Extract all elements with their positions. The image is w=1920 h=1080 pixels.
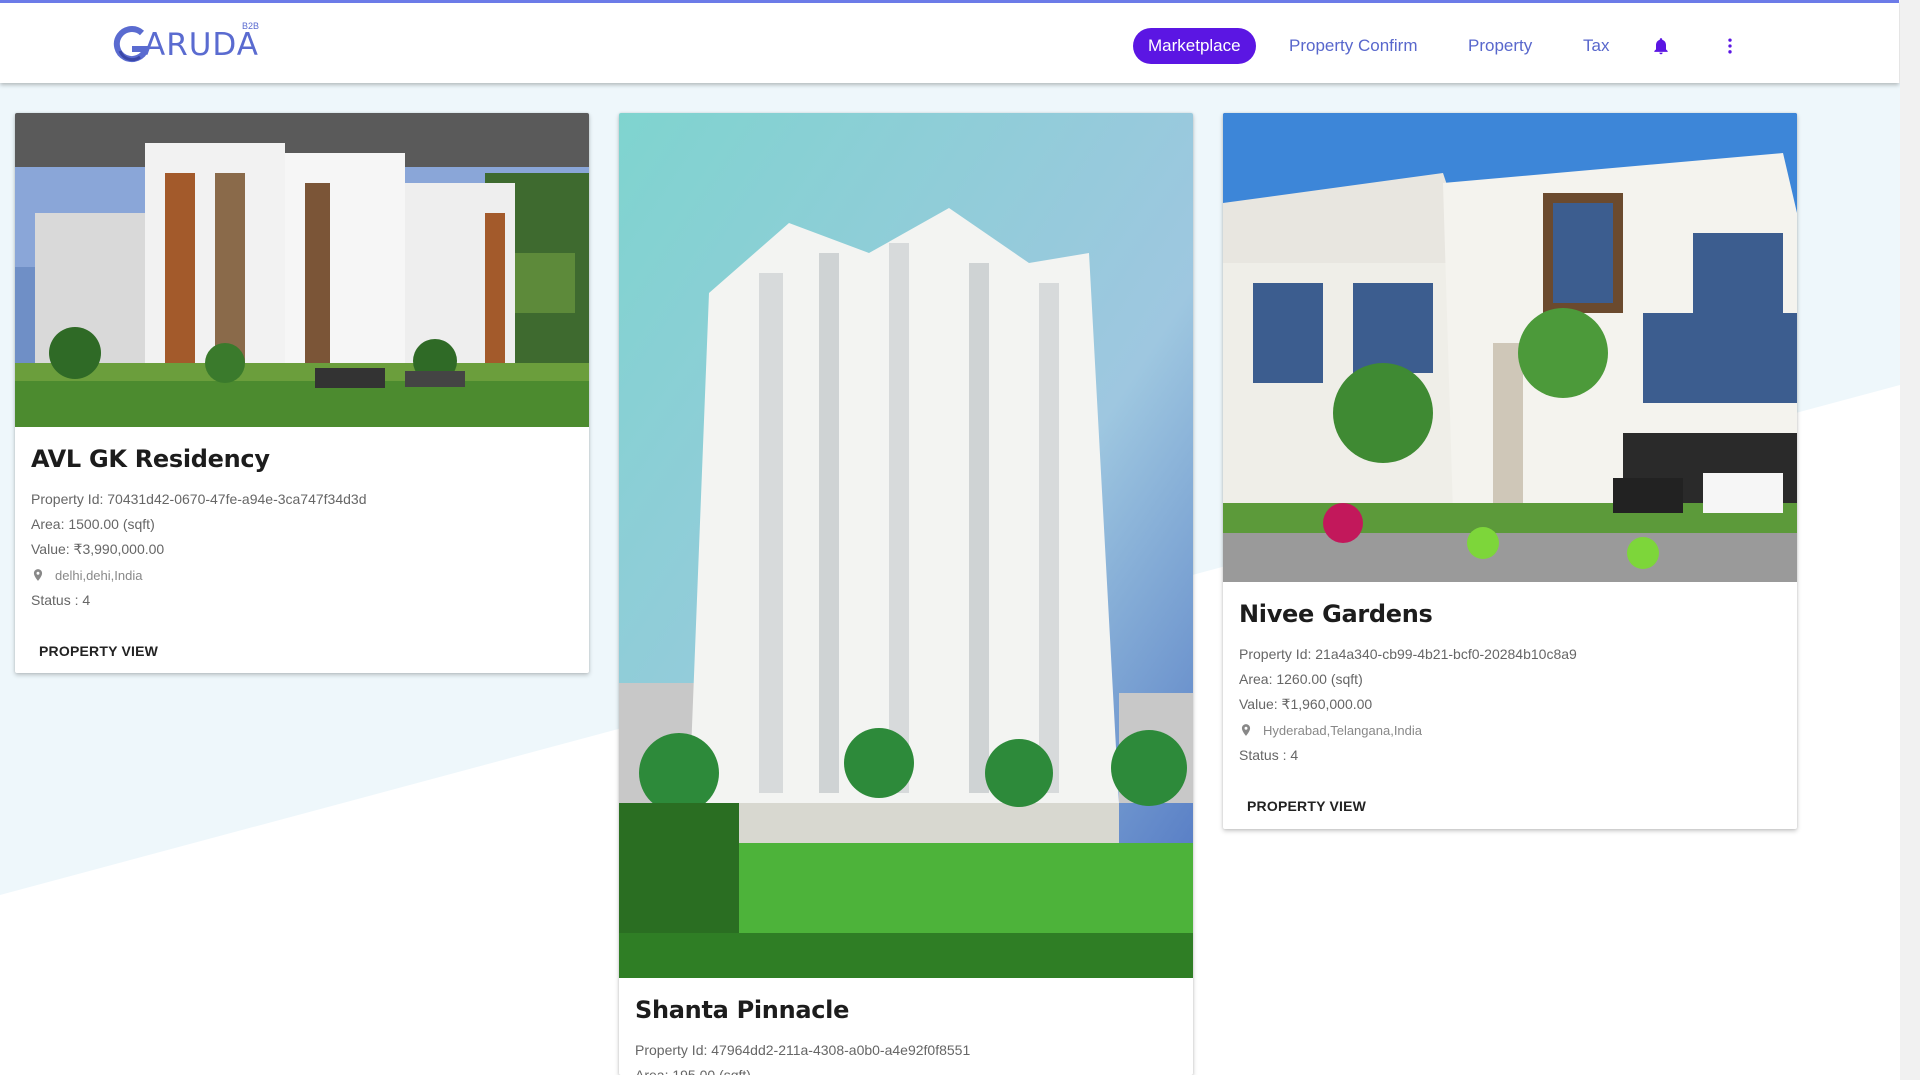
property-image[interactable] bbox=[15, 113, 589, 427]
more-vert-icon[interactable] bbox=[1720, 36, 1742, 58]
location-text: Hyderabad,Telangana,India bbox=[1263, 722, 1423, 738]
page: ARUDA B2B Marketplace Property Confirm P… bbox=[0, 0, 1900, 1075]
logo-text: ARUDA bbox=[144, 27, 259, 63]
nav-tax[interactable]: Tax bbox=[1583, 28, 1609, 64]
property-id: Property Id: 47964dd2-211a-4308-a0b0-a4e… bbox=[635, 1042, 971, 1058]
property-image[interactable] bbox=[1223, 113, 1797, 582]
property-area: Area: 1500.00 (sqft) bbox=[31, 516, 155, 532]
property-card: AVL GK Residency Property Id: 70431d42-0… bbox=[15, 113, 589, 673]
vertical-scrollbar[interactable] bbox=[1900, 0, 1920, 1080]
property-title: Nivee Gardens bbox=[1239, 600, 1433, 628]
property-id: Property Id: 21a4a340-cb99-4b21-bcf0-202… bbox=[1239, 646, 1577, 662]
property-status: Status : 4 bbox=[31, 592, 91, 608]
property-status: Status : 4 bbox=[1239, 747, 1299, 763]
location-pin-icon bbox=[33, 569, 43, 581]
property-area: Area: 1260.00 (sqft) bbox=[1239, 671, 1363, 687]
property-card: Shanta Pinnacle Property Id: 47964dd2-21… bbox=[619, 113, 1193, 1075]
property-title: Shanta Pinnacle bbox=[635, 996, 850, 1024]
bell-icon[interactable] bbox=[1651, 36, 1673, 58]
property-value: Value: ₹3,990,000.00 bbox=[31, 541, 165, 557]
property-title: AVL GK Residency bbox=[31, 445, 270, 473]
property-location: delhi,dehi,India bbox=[31, 562, 573, 588]
nav-marketplace[interactable]: Marketplace bbox=[1133, 28, 1256, 64]
property-image[interactable] bbox=[619, 113, 1193, 978]
location-text: delhi,dehi,India bbox=[55, 567, 143, 583]
nav-property-confirm[interactable]: Property Confirm bbox=[1289, 28, 1417, 64]
property-card: Nivee Gardens Property Id: 21a4a340-cb99… bbox=[1223, 113, 1797, 829]
property-area: Area: 195.00 (sqft) bbox=[635, 1067, 751, 1075]
top-app-bar: ARUDA B2B Marketplace Property Confirm P… bbox=[0, 0, 1899, 83]
property-view-button[interactable]: PROPERTY VIEW bbox=[1247, 798, 1366, 814]
garuda-logo[interactable]: ARUDA B2B bbox=[112, 21, 272, 65]
nav-property[interactable]: Property bbox=[1468, 28, 1532, 64]
logo-sup: B2B bbox=[242, 21, 260, 31]
location-pin-icon bbox=[1241, 724, 1251, 736]
property-value: Value: ₹1,960,000.00 bbox=[1239, 696, 1373, 712]
property-view-button[interactable]: PROPERTY VIEW bbox=[39, 643, 158, 659]
property-location: Hyderabad,Telangana,India bbox=[1239, 717, 1781, 743]
property-id: Property Id: 70431d42-0670-47fe-a94e-3ca… bbox=[31, 491, 367, 507]
